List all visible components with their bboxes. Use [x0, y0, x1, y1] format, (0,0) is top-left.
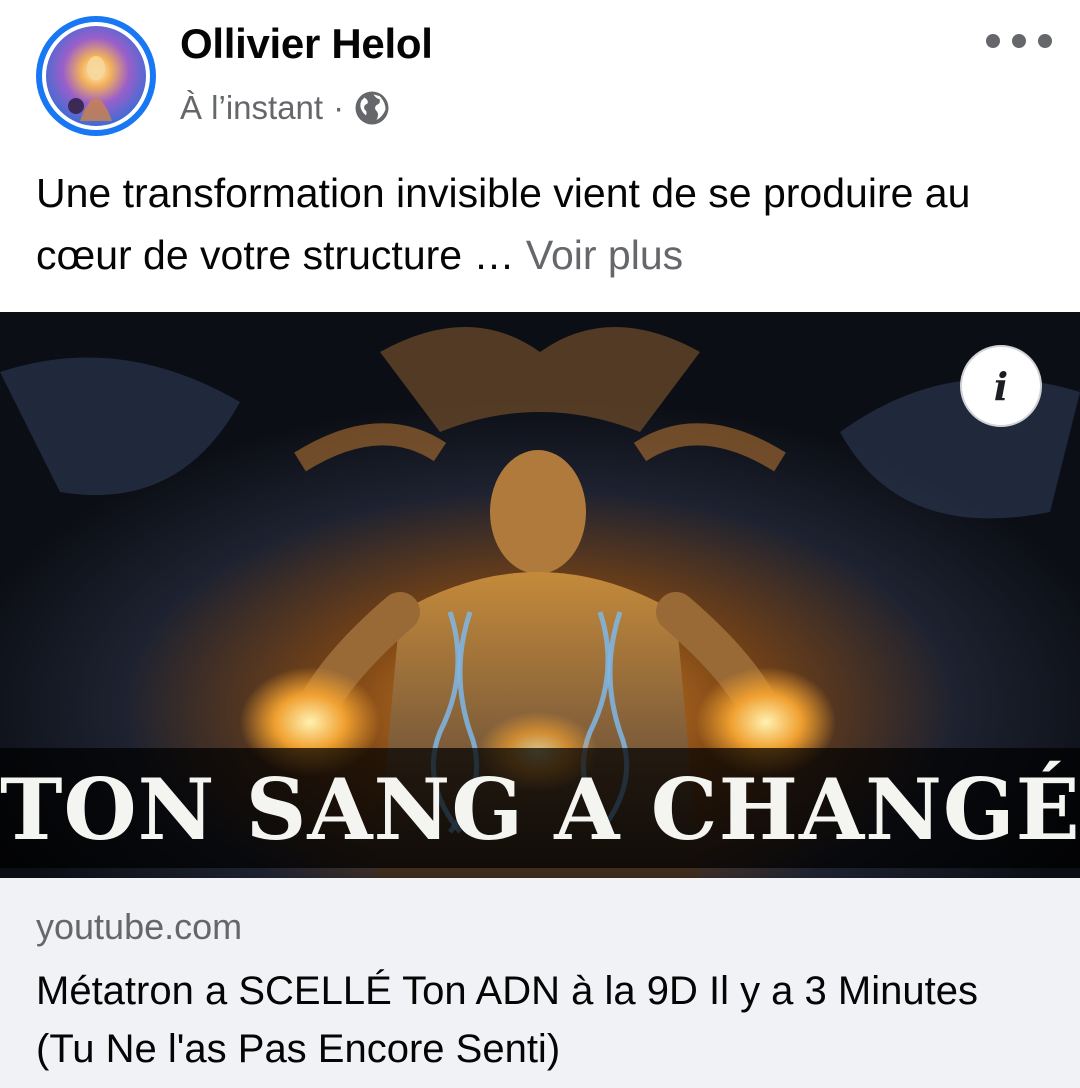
preview-overlay-text: TON SANG A CHANGÉ	[0, 760, 1080, 859]
avatar-image	[46, 26, 146, 126]
post-body: Une transformation invisible vient de se…	[36, 170, 971, 278]
info-label: i	[993, 363, 1009, 409]
link-preview-image[interactable]: TON SANG A CHANGÉ	[0, 312, 1080, 878]
more-options-icon[interactable]	[986, 26, 1052, 56]
meta-separator: ·	[333, 89, 345, 126]
author-avatar[interactable]	[36, 16, 156, 136]
link-title[interactable]: Métatron a SCELLÉ Ton ADN à la 9D Il y a…	[36, 962, 1046, 1078]
author-name[interactable]: Ollivier Helol	[180, 20, 433, 68]
post-text: Une transformation invisible vient de se…	[36, 162, 1046, 286]
post-header: Ollivier Helol À l’instant ·	[0, 0, 1080, 150]
see-more-link[interactable]: Voir plus	[526, 232, 683, 278]
info-icon[interactable]: i	[960, 345, 1042, 427]
link-domain: youtube.com	[36, 906, 243, 947]
post-meta: À l’instant ·	[180, 88, 390, 128]
post-timestamp[interactable]: À l’instant	[180, 89, 323, 127]
globe-icon[interactable]	[354, 90, 390, 126]
